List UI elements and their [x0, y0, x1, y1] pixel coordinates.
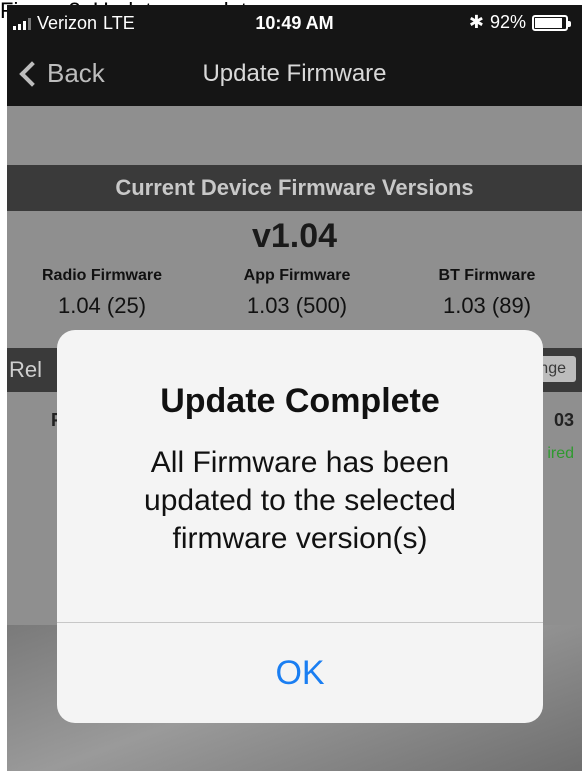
- update-complete-alert: Update Complete All Firmware has been up…: [57, 330, 543, 723]
- bt-firmware-column: BT Firmware 1.03 (89): [397, 267, 577, 319]
- bt-firmware-value: 1.03 (89): [442, 293, 532, 318]
- battery-fill: [535, 17, 563, 28]
- app-firmware-label: App Firmware: [243, 267, 351, 284]
- ok-button[interactable]: OK: [57, 623, 543, 723]
- bt-firmware-label: BT Firmware: [438, 267, 536, 284]
- phone-screen: Verizon LTE 10:49 AM ✱ 92% Back Update F…: [7, 5, 582, 771]
- alert-title: Update Complete: [160, 382, 440, 420]
- app-firmware-column: App Firmware 1.03 (500): [207, 267, 387, 319]
- release-column-version: 03: [553, 410, 574, 430]
- status-right: ✱ 92%: [468, 12, 571, 33]
- bluetooth-icon: ✱: [468, 12, 484, 32]
- status-bar: Verizon LTE 10:49 AM ✱ 92%: [7, 5, 582, 40]
- overall-version: v1.04: [251, 217, 338, 255]
- battery-percent: 92%: [489, 12, 526, 32]
- alert-message: All Firmware has been updated to the sel…: [144, 446, 456, 555]
- radio-firmware-label: Radio Firmware: [41, 267, 163, 284]
- navigation-bar: Back Update Firmware: [7, 40, 582, 106]
- release-status: ired: [547, 445, 574, 462]
- battery-icon: [532, 14, 571, 31]
- app-firmware-value: 1.03 (500): [246, 293, 348, 318]
- battery-tip: [568, 20, 571, 27]
- release-label: Rel: [9, 357, 43, 382]
- nav-title: Update Firmware: [202, 60, 387, 87]
- radio-firmware-value: 1.04 (25): [57, 293, 147, 318]
- current-firmware-header: Current Device Firmware Versions: [7, 165, 582, 211]
- radio-firmware-column: Radio Firmware 1.04 (25): [12, 267, 192, 319]
